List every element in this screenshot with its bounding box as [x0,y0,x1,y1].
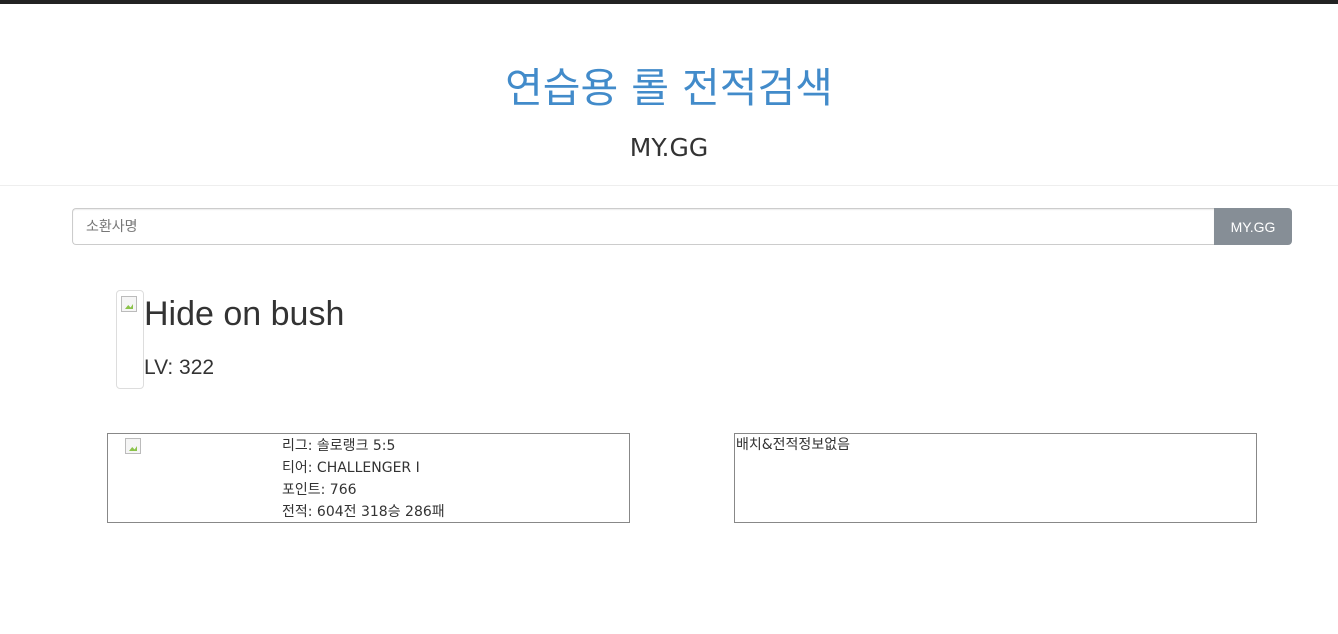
league-points-label: 포인트: 766 [282,482,357,498]
search-button[interactable]: MY.GG [1214,208,1292,245]
profile-icon-image [116,290,144,389]
summoner-search-input[interactable] [72,208,1214,245]
solo-rank-card: 리그: 솔로랭크 5:5 티어: CHALLENGER I 포인트: 766 전… [107,433,630,523]
summoner-search-form: MY.GG [72,208,1292,245]
broken-image-icon [121,296,137,312]
tier-emblem-image [125,438,141,454]
flex-rank-card: 배치&전적정보없음 [734,433,1257,523]
tier-label: 티어: CHALLENGER I [282,460,420,476]
no-placement-message: 배치&전적정보없음 [736,437,850,453]
page-title: 연습용 롤 전적검색 [505,64,833,112]
league-label: 리그: 솔로랭크 5:5 [282,438,396,454]
solo-rank-info: 리그: 솔로랭크 5:5 티어: CHALLENGER I 포인트: 766 전… [282,435,445,523]
win-loss-record-label: 전적: 604전 318승 286패 [282,504,445,520]
page-header: 연습용 롤 전적검색 MY.GG [0,4,1338,186]
summoner-name: Hide on bush [144,295,345,333]
summoner-level: LV: 322 [144,356,215,379]
site-name: MY.GG [629,133,709,162]
